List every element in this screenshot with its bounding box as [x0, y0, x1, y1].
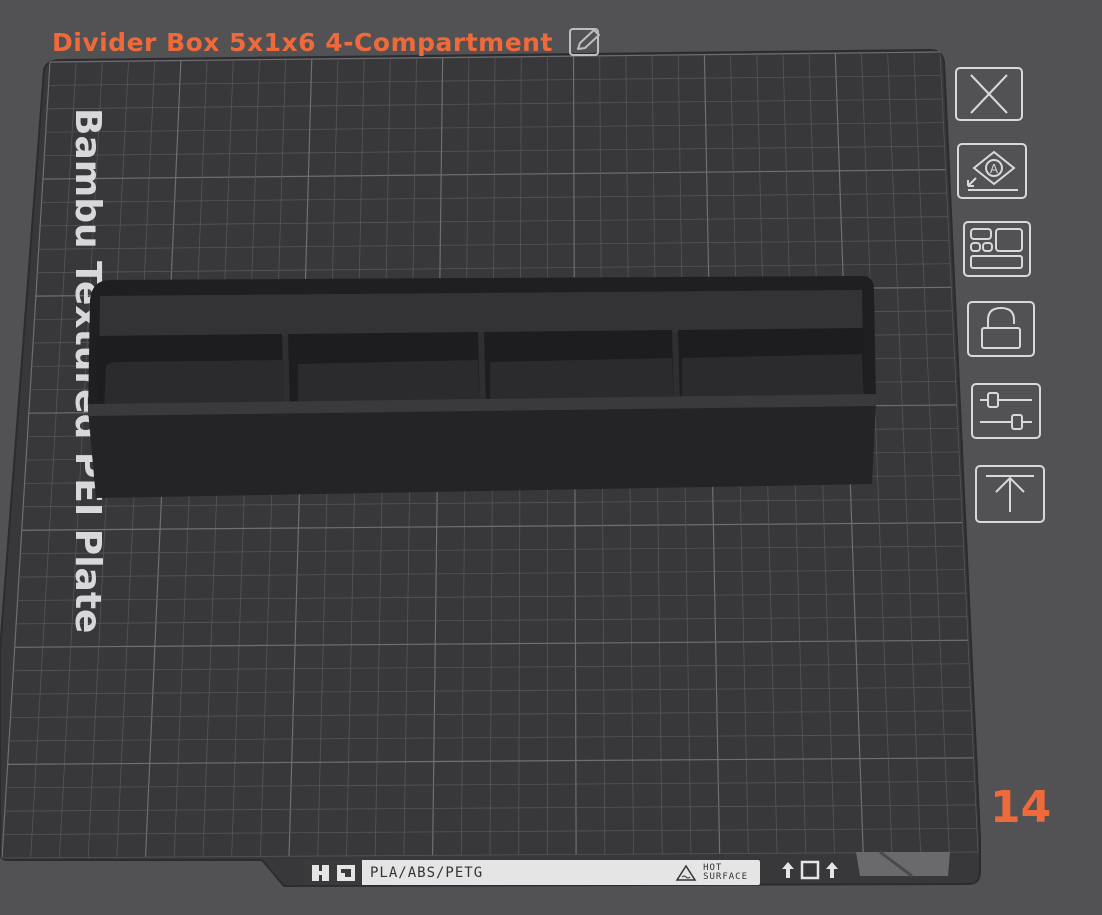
arrange-button[interactable] — [962, 220, 1032, 278]
lock-icon — [967, 301, 1035, 357]
bambu-logo-icon — [304, 860, 362, 885]
plate-side-icons — [780, 860, 840, 880]
edit-name-button[interactable] — [567, 26, 605, 58]
arrange-icon — [963, 221, 1031, 277]
plate-label-strip: PLA/ABS/PETG HOT SURFACE — [304, 860, 760, 885]
warning-triangle-icon — [675, 864, 697, 881]
arrow-up-icon — [826, 862, 838, 878]
plate-square-icon — [800, 860, 820, 880]
auto-orient-button[interactable]: A — [956, 142, 1028, 200]
auto-orient-icon: A — [957, 143, 1027, 199]
lock-plate-button[interactable] — [966, 300, 1036, 358]
divider-box-model[interactable] — [88, 276, 876, 498]
warning-line-2: SURFACE — [703, 871, 748, 882]
hot-surface-warning: HOT SURFACE — [675, 863, 748, 882]
close-icon — [955, 67, 1023, 121]
move-to-top-button[interactable] — [974, 464, 1046, 524]
plate-settings-button[interactable] — [970, 382, 1042, 440]
plate-number: 14 — [990, 782, 1052, 833]
build-plate-viewport[interactable]: Bambu Textured PEI Plate — [0, 0, 1102, 915]
supported-materials: PLA/ABS/PETG — [370, 864, 484, 881]
arrow-up-icon — [782, 862, 794, 878]
plate-corner-tab — [856, 852, 950, 876]
remove-plate-button[interactable] — [954, 66, 1024, 122]
svg-text:A: A — [990, 162, 999, 176]
plate-name[interactable]: Divider Box 5x1x6 4-Compartment — [52, 28, 553, 57]
settings-sliders-icon — [971, 383, 1041, 439]
move-to-top-icon — [975, 465, 1045, 523]
pencil-icon — [568, 28, 600, 56]
